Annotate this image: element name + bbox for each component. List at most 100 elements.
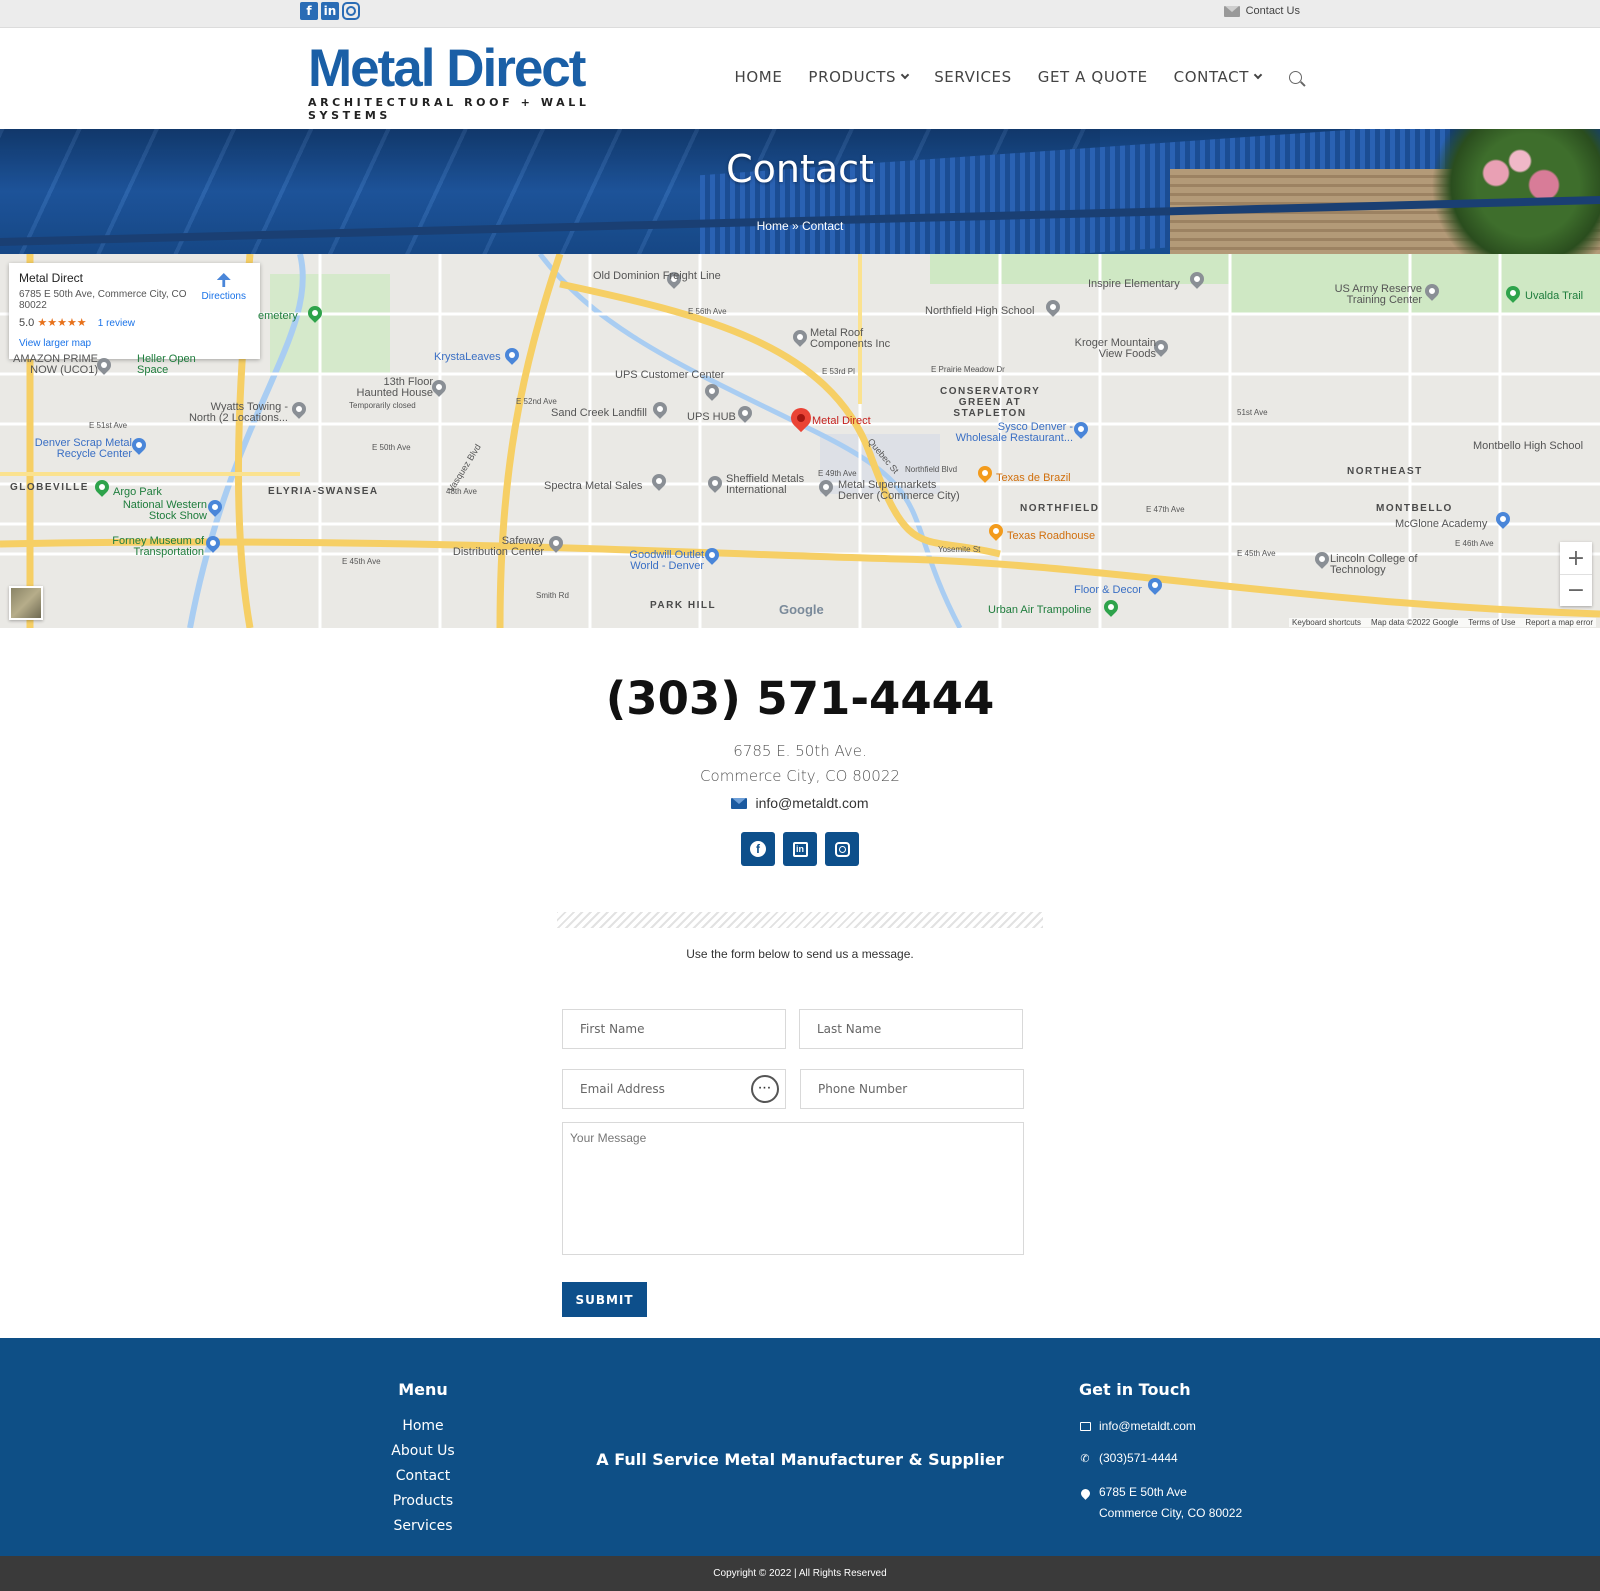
footer-menu: Home About Us Contact Products Services xyxy=(0,1418,846,1543)
envelope-icon xyxy=(1223,5,1240,17)
linkedin-icon: in xyxy=(792,841,808,857)
nav-products-label: PRODUCTS xyxy=(808,68,897,86)
email-input[interactable] xyxy=(580,1082,768,1096)
footer-address-line2: Commerce City, CO 80022 xyxy=(1099,1506,1243,1520)
map-data-credit: Map data ©2022 Google xyxy=(1370,618,1459,627)
linkedin-button[interactable]: in xyxy=(783,832,817,866)
map-label: 13th Floor Haunted House xyxy=(356,376,433,399)
nav-services-label: SERVICES xyxy=(934,68,1012,86)
map-label: ELYRIA-SWANSEA xyxy=(268,486,379,497)
footer-phone-text[interactable]: (303)571-4444 xyxy=(1099,1451,1178,1465)
nav-home-label: HOME xyxy=(734,68,783,86)
copyright-bar: Copyright © 2022 | All Rights Reserved xyxy=(0,1556,1600,1591)
nav-services[interactable]: SERVICES xyxy=(934,68,1012,86)
envelope-icon xyxy=(1079,1420,1091,1432)
zoom-in-button[interactable]: + xyxy=(1560,542,1592,574)
footer-link-home[interactable]: Home xyxy=(0,1418,846,1443)
breadcrumb: Home » Contact xyxy=(0,219,1600,233)
footer-email-text[interactable]: info@metaldt.com xyxy=(1099,1419,1196,1433)
facebook-button[interactable]: f xyxy=(741,832,775,866)
instagram-button[interactable] xyxy=(825,832,859,866)
footer-email[interactable]: info@metaldt.com xyxy=(1079,1419,1196,1433)
map-info-card: Metal Direct 6785 E 50th Ave, Commerce C… xyxy=(9,263,260,359)
map-label: Texas Roadhouse xyxy=(1007,530,1096,542)
map-label: PARK HILL xyxy=(650,600,717,611)
map-label: Metal Supermarkets Denver (Commerce City… xyxy=(838,479,960,502)
footer-phone[interactable]: ✆ (303)571-4444 xyxy=(1079,1451,1178,1465)
google-map[interactable]: Metal Direct 6785 E 50th Ave, Commerce C… xyxy=(0,254,1600,628)
logo[interactable]: Metal Direct ARCHITECTURAL ROOF + WALL S… xyxy=(308,42,620,122)
footer-tagline: A Full Service Metal Manufacturer & Supp… xyxy=(596,1450,1004,1469)
map-label: Kroger Mountain View Foods xyxy=(1074,337,1156,360)
top-contact-link[interactable]: Contact Us xyxy=(1223,5,1300,17)
map-label: Spectra Metal Sales xyxy=(544,480,643,492)
footer-menu-title: Menu xyxy=(398,1380,448,1399)
map-rating: 5.0 ★★★★★ 1 review xyxy=(19,316,250,329)
nav-products[interactable]: PRODUCTS xyxy=(808,68,910,86)
map-label: National Western Stock Show xyxy=(122,499,207,522)
breadcrumb-home[interactable]: Home xyxy=(757,219,789,233)
submit-button[interactable]: SUBMIT xyxy=(562,1282,647,1317)
breadcrumb-current: Contact xyxy=(802,219,844,233)
instagram-icon xyxy=(834,841,850,857)
search-icon[interactable] xyxy=(1289,70,1302,84)
contact-email-text[interactable]: info@metaldt.com xyxy=(755,795,868,811)
first-name-field[interactable] xyxy=(562,1009,786,1049)
zoom-out-button[interactable]: − xyxy=(1560,574,1592,606)
map-label: Heller Open Space xyxy=(137,353,196,376)
street-label: E 46th Ave xyxy=(1455,539,1494,548)
footer-link-products[interactable]: Products xyxy=(0,1493,846,1518)
keyboard-shortcuts-link[interactable]: Keyboard shortcuts xyxy=(1292,618,1361,627)
last-name-input[interactable] xyxy=(817,1022,1005,1036)
copyright-text: Copyright © 2022 | All Rights Reserved xyxy=(713,1568,887,1579)
phone-input[interactable] xyxy=(818,1082,1006,1096)
top-bar: f in Contact Us xyxy=(0,0,1600,28)
phone-field[interactable] xyxy=(800,1069,1024,1109)
map-label: UPS HUB xyxy=(687,411,736,423)
street-label: E 52nd Ave xyxy=(516,397,557,406)
map-pin-icon xyxy=(1078,1483,1092,1500)
contact-address-line1: 6785 E. 50th Ave. xyxy=(733,742,867,760)
reviews-link[interactable]: 1 review xyxy=(98,318,135,329)
linkedin-icon[interactable]: in xyxy=(321,2,339,20)
phone-icon: ✆ xyxy=(1080,1451,1090,1465)
street-label: E 47th Ave xyxy=(1146,505,1185,514)
top-contact-label[interactable]: Contact Us xyxy=(1246,5,1300,17)
email-field[interactable]: ··· xyxy=(562,1069,786,1109)
message-field[interactable] xyxy=(562,1122,1024,1255)
directions-button[interactable]: Directions xyxy=(202,273,246,302)
contact-phone[interactable]: (303) 571-4444 xyxy=(0,672,1600,725)
map-label: Argo Park xyxy=(113,486,162,498)
satellite-toggle[interactable] xyxy=(9,586,43,620)
form-intro: Use the form below to send us a message. xyxy=(686,947,914,961)
google-logo: Google xyxy=(779,602,824,617)
map-label: Forney Museum of Transportation xyxy=(112,535,204,558)
map-label: Inspire Elementary xyxy=(1088,278,1180,290)
street-label: Smith Rd xyxy=(536,591,569,600)
street-label: E 49th Ave xyxy=(818,469,857,478)
map-label: Texas de Brazil xyxy=(996,472,1071,484)
password-manager-icon[interactable]: ··· xyxy=(751,1075,779,1103)
facebook-icon[interactable]: f xyxy=(300,2,318,20)
nav-home[interactable]: HOME xyxy=(735,68,783,86)
footer-address-line1: 6785 E 50th Ave xyxy=(1099,1485,1187,1499)
message-textarea[interactable] xyxy=(570,1131,1016,1246)
map-label: Floor & Decor xyxy=(1074,584,1142,596)
report-error-link[interactable]: Report a map error xyxy=(1525,618,1593,627)
map-attribution: Keyboard shortcuts Map data ©2022 Google… xyxy=(1289,618,1596,627)
footer-link-services[interactable]: Services xyxy=(0,1518,846,1543)
map-label: Metal Roof Components Inc xyxy=(810,327,891,350)
larger-map-link[interactable]: View larger map xyxy=(19,338,250,349)
contact-email[interactable]: info@metaldt.com xyxy=(0,795,1600,811)
nav-contact[interactable]: CONTACT xyxy=(1174,68,1263,86)
map-label: Denver Scrap Metal Recycle Center xyxy=(34,437,132,460)
first-name-input[interactable] xyxy=(580,1022,768,1036)
map-label: Sand Creek Landfill xyxy=(551,407,648,419)
map-label: US Army Reserve Training Center xyxy=(1334,283,1422,306)
footer-link-contact[interactable]: Contact xyxy=(0,1468,846,1493)
terms-link[interactable]: Terms of Use xyxy=(1468,618,1515,627)
last-name-field[interactable] xyxy=(799,1009,1023,1049)
top-social-links: f in xyxy=(300,2,360,20)
nav-get-a-quote[interactable]: GET A QUOTE xyxy=(1038,68,1148,86)
instagram-icon[interactable] xyxy=(342,2,360,20)
